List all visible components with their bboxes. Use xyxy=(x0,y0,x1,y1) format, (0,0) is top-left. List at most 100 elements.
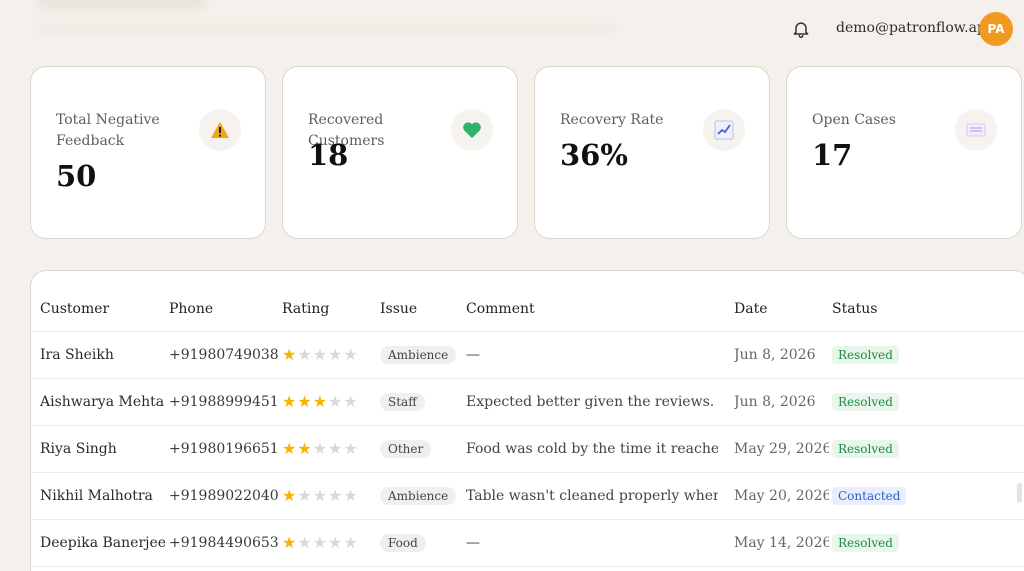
star-icon: ★ xyxy=(282,345,297,364)
customer-phone: +919801966519 xyxy=(169,441,279,457)
star-icon: ★ xyxy=(312,533,328,552)
feedback-date: May 29, 2026 xyxy=(734,441,829,457)
customer-name: Nikhil Malhotra xyxy=(40,488,153,504)
star-icon: ★ xyxy=(312,392,328,411)
star-icon: ★ xyxy=(312,439,328,458)
star-icon: ★ xyxy=(312,345,328,364)
stat-card-total-negative-feedback: Total Negative Feedback 50 xyxy=(30,66,266,239)
table-row[interactable]: Ira Sheikh +919807490382 ★ ★ ★ ★ ★ Ambience — Jun… xyxy=(31,332,1024,379)
star-icon: ★ xyxy=(328,392,343,411)
blurred-page-title xyxy=(36,0,206,10)
star-icon: ★ xyxy=(343,345,358,364)
star-icon: ★ xyxy=(282,392,297,411)
customer-name: Riya Singh xyxy=(40,441,117,457)
issue-cell: Food xyxy=(380,520,462,566)
feedback-date: Jun 8, 2026 xyxy=(734,347,816,363)
comment-text: Expected better given the reviews. xyxy=(466,394,715,410)
star-icon: ★ xyxy=(297,439,312,458)
issue-tag: Other xyxy=(380,440,432,458)
table-row[interactable]: Riya Singh +919801966519 ★ ★ ★ ★ ★ Other Food wa… xyxy=(31,426,1024,473)
table-row[interactable]: Deepika Banerjee +919844906531 ★ ★ ★ ★ ★ Food — M… xyxy=(31,520,1024,567)
status-cell: Resolved xyxy=(832,520,942,566)
star-icon: ★ xyxy=(282,486,297,505)
customer-name: Ira Sheikh xyxy=(40,347,114,363)
comment-text: — xyxy=(466,535,480,551)
status-badge[interactable]: Resolved xyxy=(832,534,899,552)
star-icon: ★ xyxy=(297,486,312,505)
star-icon: ★ xyxy=(328,345,343,364)
status-cell: Resolved xyxy=(832,379,942,425)
star-icon: ★ xyxy=(343,392,358,411)
rating-stars: ★ ★ ★ ★ ★ xyxy=(282,426,377,472)
issue-cell: Ambience xyxy=(380,473,462,519)
star-icon: ★ xyxy=(297,533,312,552)
stat-value: 36% xyxy=(560,138,628,172)
feedback-date: May 14, 2026 xyxy=(734,535,829,551)
column-header-rating[interactable]: Rating xyxy=(282,287,377,331)
issue-cell: Staff xyxy=(380,379,462,425)
rating-stars: ★ ★ ★ ★ ★ xyxy=(282,379,377,425)
table-row[interactable]: Aishwarya Mehta +919889994513 ★ ★ ★ ★ ★ Staff Ex… xyxy=(31,379,1024,426)
top-bar: demo@patronflow.app PA xyxy=(0,0,1024,60)
column-header-status[interactable]: Status xyxy=(832,287,942,331)
avatar[interactable]: PA xyxy=(979,12,1013,46)
chart-up-icon xyxy=(703,109,745,151)
column-header-comment[interactable]: Comment xyxy=(466,287,718,331)
issue-tag: Food xyxy=(380,534,426,552)
table-header-row: Customer Phone Rating Issue Comment Date… xyxy=(31,287,1024,332)
column-header-customer[interactable]: Customer xyxy=(40,287,165,331)
rating-stars: ★ ★ ★ ★ ★ xyxy=(282,473,377,519)
customer-name: Aishwarya Mehta xyxy=(40,394,165,410)
star-icon: ★ xyxy=(343,486,358,505)
ticket-icon xyxy=(955,109,997,151)
stat-value: 50 xyxy=(56,159,97,193)
stat-label: Open Cases xyxy=(812,112,896,128)
star-icon: ★ xyxy=(328,439,343,458)
star-icon: ★ xyxy=(328,486,343,505)
user-email[interactable]: demo@patronflow.app xyxy=(836,20,995,36)
status-badge[interactable]: Contacted xyxy=(832,487,907,505)
customer-phone: +919807490382 xyxy=(169,347,279,363)
warning-icon xyxy=(199,109,241,151)
feedback-date: Jun 8, 2026 xyxy=(734,394,816,410)
rating-stars: ★ ★ ★ ★ ★ xyxy=(282,332,377,378)
blurred-page-subtitle xyxy=(36,24,616,34)
column-header-issue[interactable]: Issue xyxy=(380,287,462,331)
star-icon: ★ xyxy=(312,486,328,505)
status-badge[interactable]: Resolved xyxy=(832,393,899,411)
stat-value: 18 xyxy=(308,138,349,172)
stat-card-recovery-rate: Recovery Rate 36% xyxy=(534,66,770,239)
issue-tag: Ambience xyxy=(380,346,457,364)
issue-cell: Ambience xyxy=(380,332,462,378)
column-header-phone[interactable]: Phone xyxy=(169,287,279,331)
star-icon: ★ xyxy=(282,533,297,552)
star-icon: ★ xyxy=(343,439,358,458)
stat-label: Recovery Rate xyxy=(560,112,664,128)
stat-card-open-cases: Open Cases 17 xyxy=(786,66,1022,239)
stat-card-recovered-customers: Recovered Customers 18 xyxy=(282,66,518,239)
green-heart-icon xyxy=(451,109,493,151)
table-row[interactable]: Nikhil Malhotra +919890220402 ★ ★ ★ ★ ★ Ambienc… xyxy=(31,473,1024,520)
column-header-date[interactable]: Date xyxy=(734,287,829,331)
customer-name: Deepika Banerjee xyxy=(40,535,165,551)
comment-text: Table wasn't cleaned properly when we sa… xyxy=(466,488,718,504)
customer-phone: +919889994513 xyxy=(169,394,279,410)
comment-text: — xyxy=(466,347,480,363)
status-badge[interactable]: Resolved xyxy=(832,440,899,458)
star-icon: ★ xyxy=(328,533,343,552)
feedback-date: May 20, 2026 xyxy=(734,488,829,504)
issue-cell: Other xyxy=(380,426,462,472)
status-cell: Contacted xyxy=(832,473,942,519)
stat-label: Total Negative Feedback xyxy=(56,112,160,149)
status-cell: Resolved xyxy=(832,426,942,472)
issue-tag: Ambience xyxy=(380,487,457,505)
status-cell: Resolved xyxy=(832,332,942,378)
issue-tag: Staff xyxy=(380,393,425,411)
status-badge[interactable]: Resolved xyxy=(832,346,899,364)
bell-icon[interactable] xyxy=(789,17,813,41)
stat-value: 17 xyxy=(812,138,853,172)
scrollbar-thumb[interactable] xyxy=(1017,483,1022,503)
star-icon: ★ xyxy=(343,533,358,552)
comment-text: Food was cold by the time it reached the… xyxy=(466,441,718,457)
customer-phone: +919890220402 xyxy=(169,488,279,504)
